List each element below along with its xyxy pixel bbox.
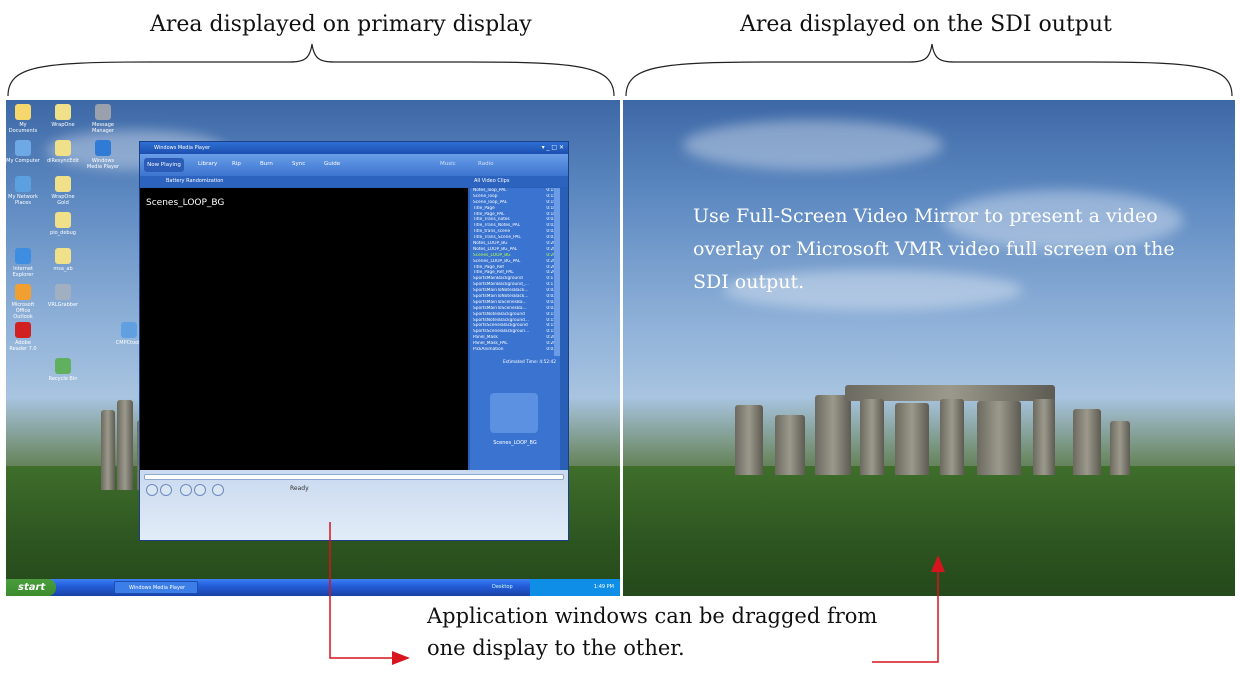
arrow-line-left [329,522,395,659]
drag-caption: Application windows can be dragged from … [427,604,878,660]
arrow-head-left [392,651,410,665]
arrow-head-right [931,555,945,572]
connector-arrows [329,522,945,665]
